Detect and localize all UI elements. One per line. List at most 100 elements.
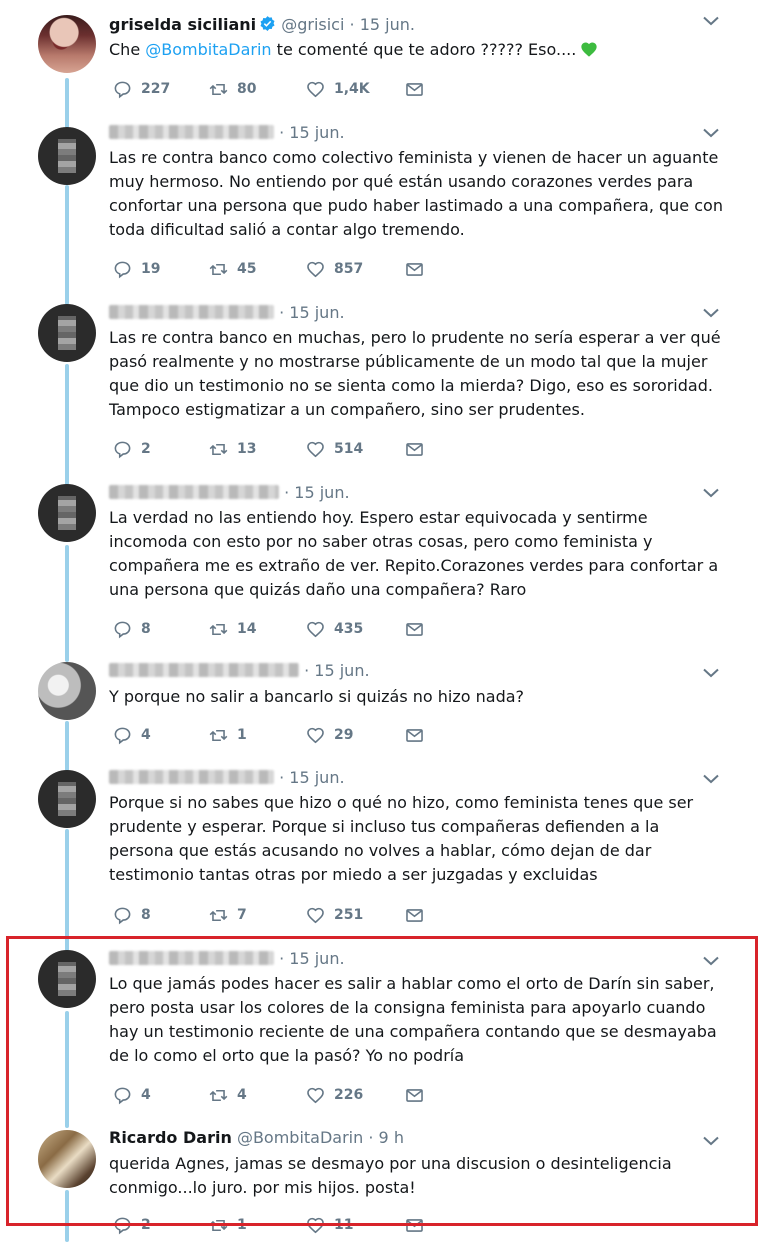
author-handle[interactable]: @BombitaDarin — [237, 1128, 363, 1147]
avatar[interactable] — [38, 770, 96, 828]
like-button[interactable]: 435 — [306, 618, 363, 640]
retweet-button[interactable]: 14 — [209, 618, 256, 640]
direct-message-button[interactable] — [405, 904, 433, 926]
tweet-text: Las re contra banco como colectivo femin… — [109, 148, 723, 239]
like-count: 29 — [334, 727, 354, 743]
tweet-text: Lo que jamás podes hacer es salir a habl… — [109, 974, 717, 1065]
retweet-count: 13 — [237, 441, 257, 457]
retweet-icon — [209, 623, 228, 635]
retweet-button[interactable]: 7 — [209, 904, 247, 926]
avatar[interactable] — [38, 1130, 96, 1188]
reply-button[interactable]: 2 — [113, 1214, 151, 1236]
pixelated-avatar — [58, 782, 76, 816]
like-button[interactable]: 11 — [306, 1214, 353, 1236]
reply-icon — [114, 727, 131, 744]
tweet-time[interactable]: 15 jun. — [289, 123, 344, 142]
author-name[interactable]: griselda siciliani — [109, 15, 256, 34]
pixelated-avatar — [58, 496, 76, 530]
like-button[interactable]: 857 — [306, 258, 363, 280]
retweet-button[interactable]: 13 — [209, 438, 256, 460]
tweet-header: · 15 jun. — [109, 660, 370, 682]
retweet-icon — [209, 909, 228, 921]
author-handle[interactable]: @grisici — [281, 15, 344, 34]
blurred-author-name — [109, 485, 279, 499]
reply-button[interactable]: 227 — [113, 78, 170, 100]
tweet-time[interactable]: 15 jun. — [294, 483, 349, 502]
chevron-down-icon[interactable] — [703, 668, 719, 678]
like-button[interactable]: 226 — [306, 1084, 363, 1106]
pixelated-avatar — [58, 962, 76, 996]
retweet-button[interactable]: 80 — [209, 78, 256, 100]
heart-icon — [307, 1217, 324, 1233]
reply-button[interactable]: 19 — [113, 258, 160, 280]
like-button[interactable]: 514 — [306, 438, 363, 460]
tweet[interactable]: · 15 jun. Las re contra banco como colec… — [0, 112, 767, 292]
heart-icon — [307, 907, 324, 923]
avatar[interactable] — [38, 304, 96, 362]
chevron-down-icon[interactable] — [703, 956, 719, 966]
tweet-text: Porque si no sabes que hizo o qué no hiz… — [109, 793, 694, 884]
direct-message-button[interactable] — [405, 1214, 433, 1236]
like-button[interactable]: 251 — [306, 904, 363, 926]
reply-icon — [114, 1217, 131, 1234]
retweet-icon — [209, 1089, 228, 1101]
tweet[interactable]: · 15 jun. Lo que jamás podes hacer es sa… — [0, 938, 767, 1118]
reply-icon — [114, 1087, 131, 1104]
like-count: 251 — [334, 907, 364, 923]
direct-message-button[interactable] — [405, 724, 433, 746]
direct-message-button[interactable] — [405, 78, 433, 100]
avatar[interactable] — [38, 662, 96, 720]
separator-dot: · — [279, 123, 285, 142]
reply-count: 2 — [141, 1217, 151, 1233]
chevron-down-icon[interactable] — [703, 1136, 719, 1146]
tweet[interactable]: Ricardo Darin @BombitaDarin · 9 h querid… — [0, 1118, 767, 1242]
chevron-down-icon[interactable] — [703, 128, 719, 138]
tweet[interactable]: · 15 jun. Porque si no sabes que hizo o … — [0, 758, 767, 938]
tweet[interactable]: griselda siciliani @grisici · 15 jun. Ch… — [0, 0, 767, 112]
direct-message-button[interactable] — [405, 438, 433, 460]
like-button[interactable]: 29 — [306, 724, 353, 746]
tweet-time[interactable]: 15 jun. — [289, 949, 344, 968]
like-count: 514 — [334, 441, 364, 457]
mention-link[interactable]: @BombitaDarin — [145, 40, 271, 59]
blurred-author-name — [109, 125, 274, 139]
separator-dot: · — [368, 1128, 374, 1147]
retweet-button[interactable]: 1 — [209, 1214, 247, 1236]
avatar[interactable] — [38, 15, 96, 73]
direct-message-button[interactable] — [405, 1084, 433, 1106]
tweet-time[interactable]: 15 jun. — [314, 661, 369, 680]
envelope-icon — [406, 728, 423, 742]
avatar[interactable] — [38, 127, 96, 185]
avatar[interactable] — [38, 484, 96, 542]
reply-button[interactable]: 8 — [113, 904, 151, 926]
tweet-time[interactable]: 15 jun. — [289, 768, 344, 787]
author-name[interactable]: Ricardo Darin — [109, 1128, 232, 1147]
tweet[interactable]: · 15 jun. Las re contra banco en muchas,… — [0, 292, 767, 472]
tweet[interactable]: · 15 jun. La verdad no las entiendo hoy.… — [0, 472, 767, 652]
avatar[interactable] — [38, 950, 96, 1008]
reply-button[interactable]: 4 — [113, 1084, 151, 1106]
retweet-count: 7 — [237, 907, 247, 923]
reply-count: 4 — [141, 727, 151, 743]
tweet-time[interactable]: 9 h — [379, 1128, 404, 1147]
direct-message-button[interactable] — [405, 258, 433, 280]
tweet[interactable]: · 15 jun. Y porque no salir a bancarlo s… — [0, 652, 767, 758]
reply-button[interactable]: 8 — [113, 618, 151, 640]
reply-button[interactable]: 2 — [113, 438, 151, 460]
reply-button[interactable]: 4 — [113, 724, 151, 746]
tweet-time[interactable]: 15 jun. — [289, 303, 344, 322]
like-button[interactable]: 1,4K — [306, 78, 370, 100]
retweet-button[interactable]: 4 — [209, 1084, 247, 1106]
retweet-count: 45 — [237, 261, 257, 277]
tweet-time[interactable]: 15 jun. — [360, 15, 415, 34]
chevron-down-icon[interactable] — [703, 774, 719, 784]
chevron-down-icon[interactable] — [703, 16, 719, 26]
retweet-button[interactable]: 1 — [209, 724, 247, 746]
chevron-down-icon[interactable] — [703, 308, 719, 318]
reply-count: 4 — [141, 1087, 151, 1103]
chevron-down-icon[interactable] — [703, 488, 719, 498]
reply-icon — [114, 81, 131, 98]
direct-message-button[interactable] — [405, 618, 433, 640]
tweet-header: · 15 jun. — [109, 302, 345, 324]
retweet-button[interactable]: 45 — [209, 258, 256, 280]
